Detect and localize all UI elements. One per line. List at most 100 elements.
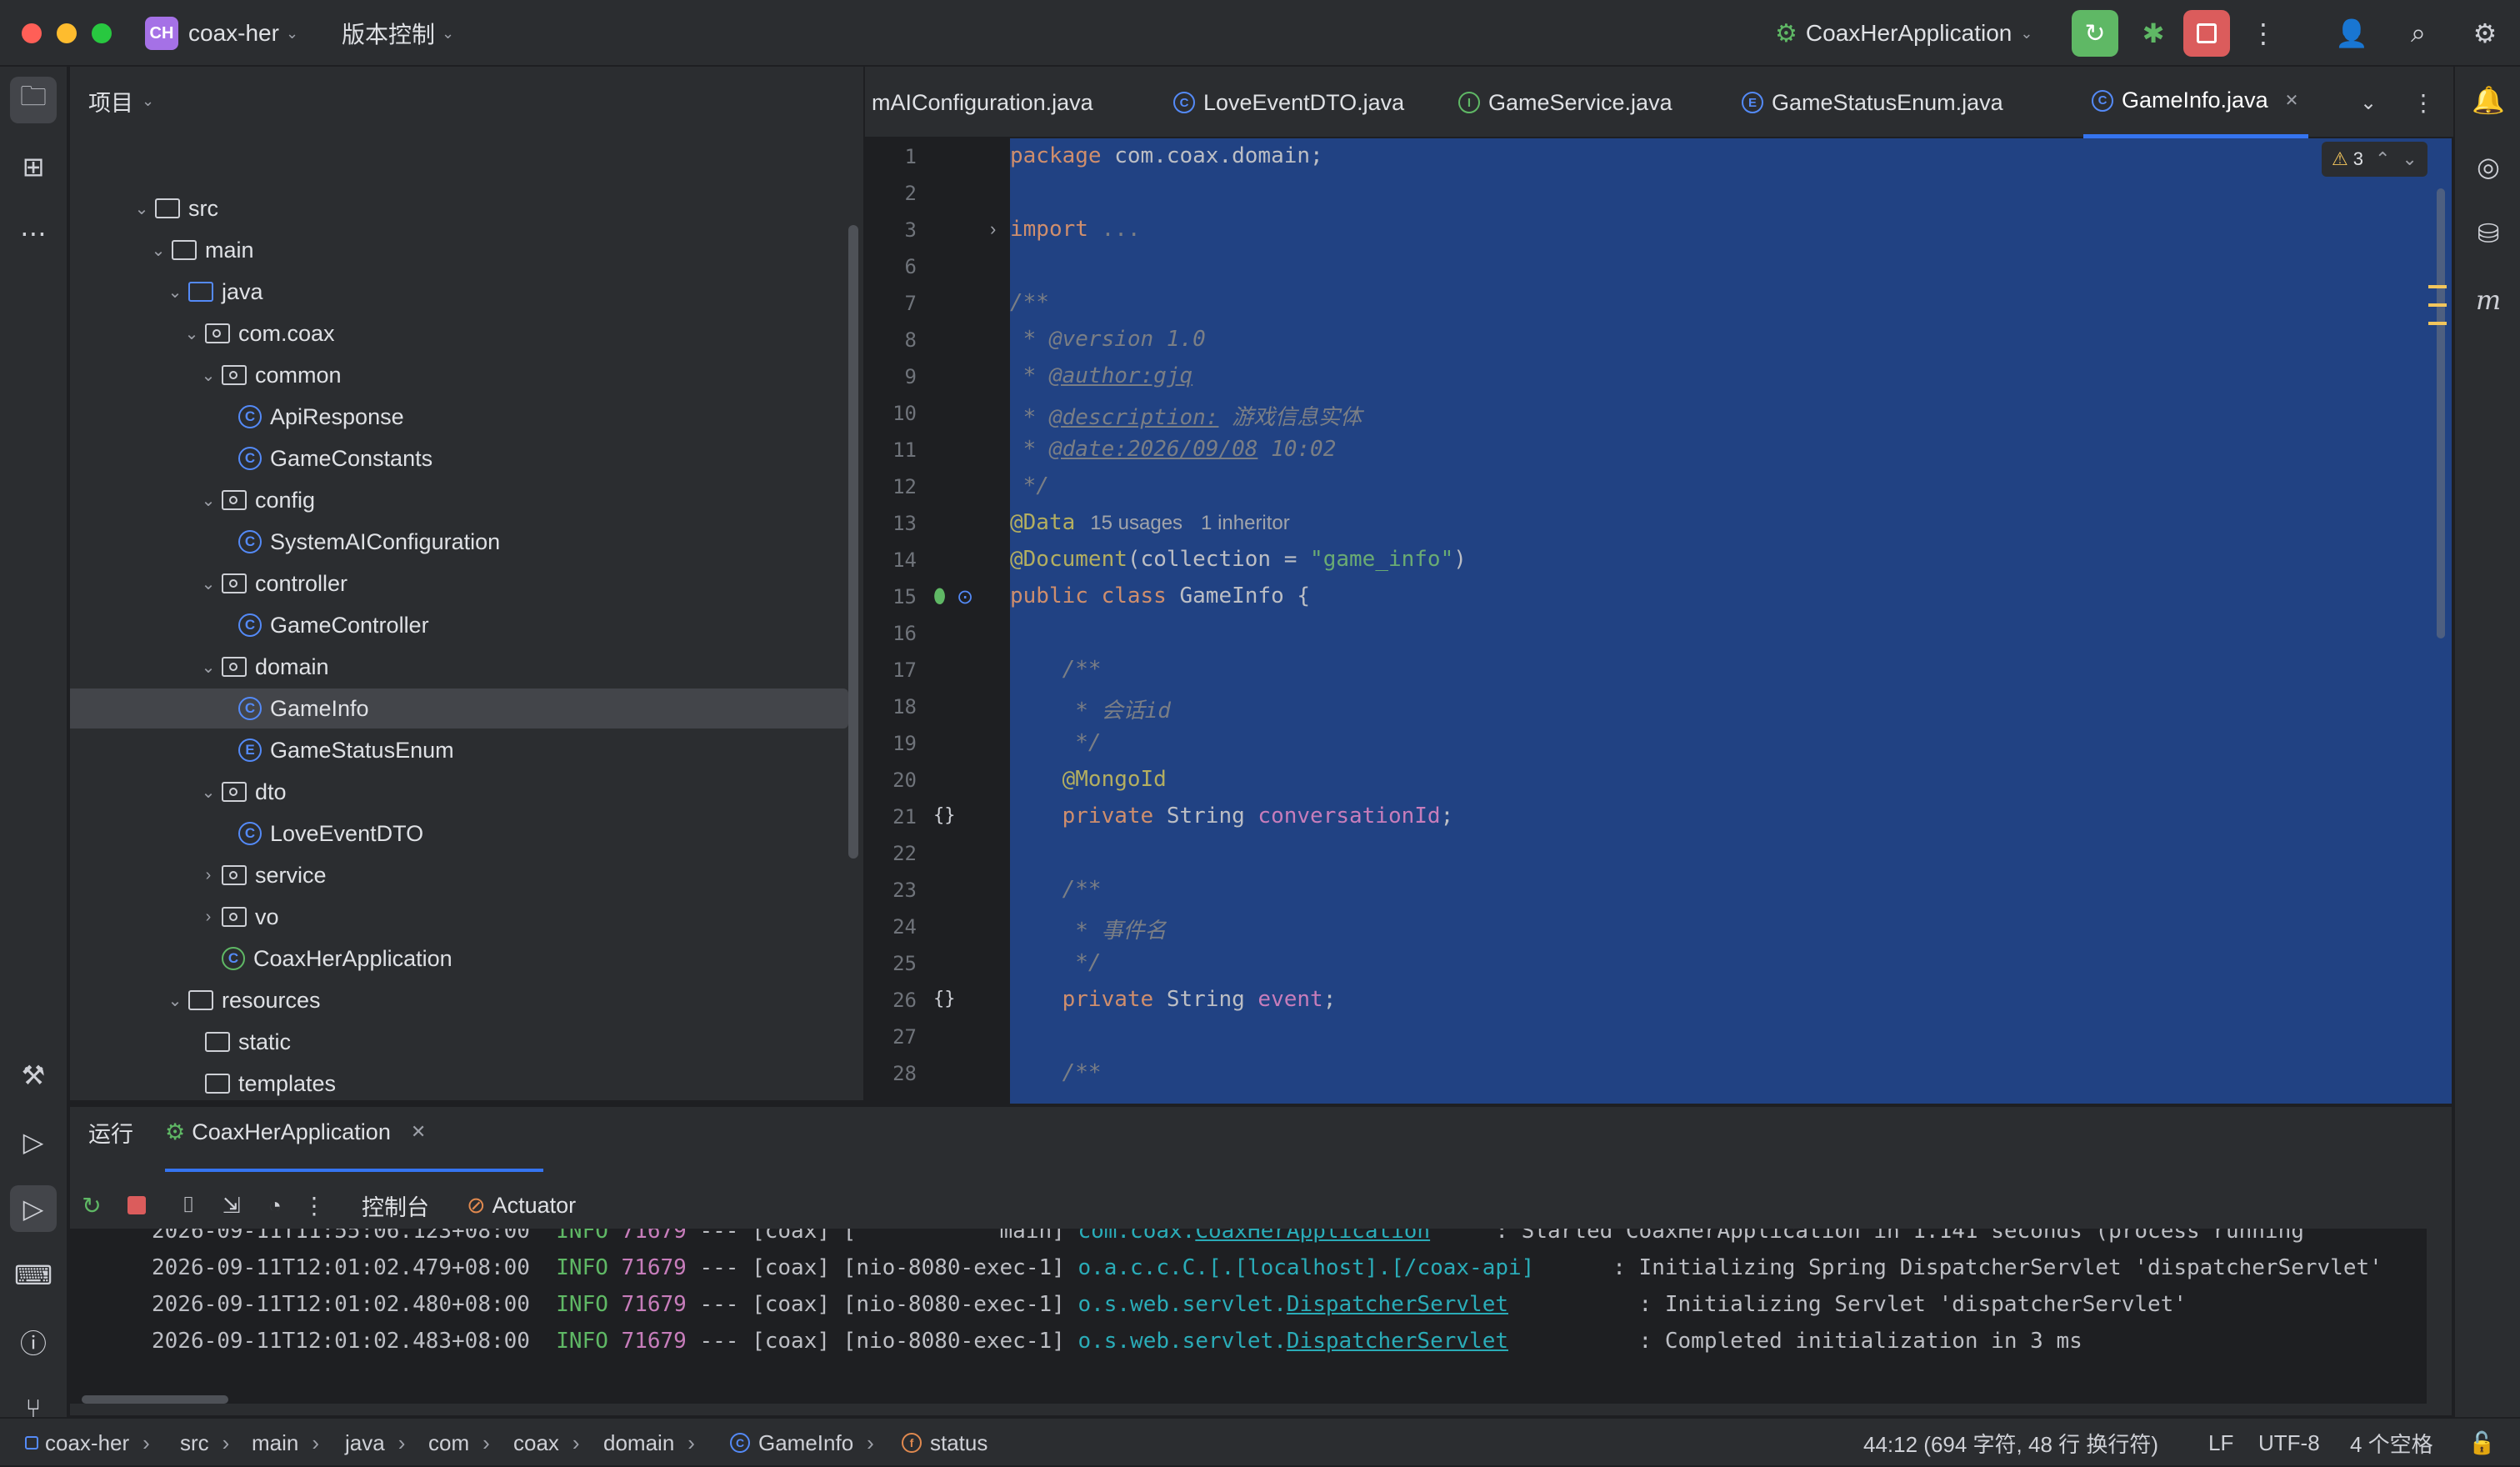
database-icon[interactable]: ⛁ [2465, 210, 2512, 257]
tree-scrollbar[interactable] [848, 225, 858, 859]
chevron-down-icon[interactable]: ⌄ [195, 365, 222, 386]
tree-item-gamecontroller[interactable]: C GameController [70, 605, 863, 645]
inspection-widget[interactable]: ⚠ 3 ⌃ ⌄ [2322, 142, 2428, 177]
terminal-icon[interactable]: ⌨ [10, 1252, 57, 1299]
debug-icon[interactable]: ✱ [2130, 10, 2177, 57]
breadcrumb-item[interactable]: C GameInfo › [730, 1419, 874, 1467]
tree-item-loveeventdto[interactable]: C LoveEventDTO [70, 814, 863, 854]
chevron-down-icon[interactable]: ⌄ [162, 990, 188, 1011]
fold-expand-icon[interactable]: › [990, 218, 996, 240]
editor-tab[interactable]: E GameStatusEnum.java [1742, 67, 2003, 138]
tree-item-main[interactable]: ⌄ main [70, 230, 863, 270]
log-logger-link[interactable]: DispatcherServlet [1287, 1329, 1508, 1354]
lock-icon[interactable]: 🔓 [2468, 1419, 2495, 1467]
field-braces-icon[interactable]: {} [933, 805, 956, 826]
stop-icon[interactable] [120, 1189, 153, 1222]
tree-item-service[interactable]: › service [70, 855, 863, 895]
chevron-down-icon[interactable]: ⌄ [162, 282, 188, 303]
close-tab-icon[interactable]: ✕ [411, 1121, 426, 1143]
indent-setting[interactable]: 4 个空格 [2350, 1419, 2433, 1467]
next-problem-icon[interactable]: ⌄ [2402, 148, 2417, 170]
editor-tab[interactable]: C GameInfo.java ✕ [2083, 67, 2309, 138]
tree-item-gamestatusenum[interactable]: E GameStatusEnum [70, 730, 863, 770]
tree-item-coaxherapplication[interactable]: C CoaxHerApplication [70, 939, 863, 979]
line-separator[interactable]: LF [2208, 1419, 2233, 1467]
chevron-down-icon[interactable]: ⌄ [195, 657, 222, 678]
caret-position[interactable]: 44:12 (694 字符, 48 行 换行符) [1863, 1419, 2158, 1467]
zoom-window-button[interactable] [92, 23, 112, 43]
editor-scrollbar[interactable] [2437, 188, 2445, 638]
run-tab[interactable]: ⚙ CoaxHerApplication ✕ [165, 1107, 426, 1157]
export-icon[interactable]: ⇲ [215, 1189, 248, 1222]
chevron-down-icon[interactable]: ⌄ [178, 323, 205, 344]
breadcrumb-item[interactable]: f status [902, 1419, 988, 1467]
actuator-tab[interactable]: ⊘ Actuator [467, 1180, 576, 1230]
console-tab[interactable]: 控制台 [362, 1180, 429, 1230]
code-editor[interactable]: package com.coax.domain; import ... /** … [1010, 138, 2452, 1104]
warning-marker[interactable] [2428, 285, 2447, 288]
run-config-selector[interactable]: ⚙ CoaxHerApplication ⌄ [1775, 0, 2032, 67]
tree-item-config[interactable]: ⌄ config [70, 480, 863, 520]
chevron-down-icon[interactable]: ⌄ [195, 490, 222, 511]
tree-item-gameconstants[interactable]: C GameConstants [70, 438, 863, 478]
structure-icon[interactable]: ⊞ [10, 143, 57, 190]
tree-item-apiresponse[interactable]: C ApiResponse [70, 397, 863, 437]
tree-item-src[interactable]: ⌄ src [70, 188, 863, 228]
profiler-icon[interactable]: ◔ [258, 1189, 292, 1222]
tree-item-resources[interactable]: ⌄ resources [70, 980, 863, 1020]
inheritor-hint[interactable]: 1 inheritor [1201, 512, 1290, 534]
settings-gear-icon[interactable]: ⚙ [2462, 10, 2508, 57]
breadcrumb-item[interactable]: java › [345, 1419, 405, 1467]
breadcrumb-item[interactable]: domain › [603, 1419, 695, 1467]
field-braces-icon[interactable]: {} [933, 989, 956, 1009]
editor-tab[interactable]: I GameService.java [1458, 67, 1672, 138]
chevron-down-icon[interactable]: ⌄ [195, 573, 222, 594]
tree-item-domain[interactable]: ⌄ domain [70, 647, 863, 687]
warning-marker[interactable] [2428, 303, 2447, 307]
close-tab-icon[interactable]: ✕ [2285, 90, 2299, 111]
warning-marker[interactable] [2428, 322, 2447, 325]
tree-item-controller[interactable]: ⌄ controller [70, 563, 863, 603]
log-logger-link[interactable]: CoaxHerApplication [1195, 1229, 1430, 1244]
ai-assistant-icon[interactable]: ◎ [2465, 143, 2512, 190]
stop-button[interactable] [2183, 10, 2230, 57]
previous-problem-icon[interactable]: ⌃ [2375, 148, 2390, 170]
console-h-scrollbar[interactable] [82, 1395, 228, 1404]
project-switcher[interactable]: coax-her ⌄ [188, 0, 298, 67]
tree-item-dto[interactable]: ⌄ dto [70, 772, 863, 812]
close-window-button[interactable] [22, 23, 42, 43]
tab-more-icon[interactable]: ⋮ [2412, 67, 2435, 138]
tree-item-vo[interactable]: › vo [70, 897, 863, 937]
chevron-down-icon[interactable]: ⌄ [145, 240, 172, 261]
breadcrumb-item[interactable]: com › [428, 1419, 490, 1467]
usages-hint[interactable]: 15 usages [1090, 512, 1182, 534]
more-tools-icon[interactable]: ⋯ [10, 210, 57, 257]
tree-item-common[interactable]: ⌄ common [70, 355, 863, 395]
build-hammer-icon[interactable]: ⚒ [10, 1052, 57, 1099]
more-actions-icon[interactable]: ⋮ [2245, 10, 2282, 57]
rerun-icon[interactable]: ↻ [2072, 10, 2118, 57]
breadcrumb-item[interactable]: src › [180, 1419, 229, 1467]
services-icon[interactable]: ▷ [10, 1119, 57, 1165]
rerun-icon[interactable]: ↻ [75, 1189, 108, 1222]
breadcrumb-item[interactable]: coax-her › [25, 1419, 150, 1467]
tree-item-systemaiconfiguration[interactable]: C SystemAIConfiguration [70, 522, 863, 562]
chevron-right-icon[interactable]: › [195, 866, 222, 885]
spring-bean-icon[interactable]: ⬮ [933, 585, 946, 608]
project-panel-header[interactable]: 项目 ⌄ [88, 67, 154, 135]
log-logger-link[interactable]: DispatcherServlet [1287, 1292, 1508, 1317]
file-encoding[interactable]: UTF-8 [2258, 1419, 2320, 1467]
vcs-menu[interactable]: 版本控制 ⌄ [342, 0, 454, 67]
chevron-down-icon[interactable]: ⌄ [128, 198, 155, 219]
minimize-window-button[interactable] [57, 23, 77, 43]
more-actions-icon[interactable]: ⋮ [302, 1189, 327, 1222]
tree-item-com-coax[interactable]: ⌄ com.coax [70, 313, 863, 353]
tree-item-java[interactable]: ⌄ java [70, 272, 863, 312]
project-folder-icon[interactable]: 🗀 [10, 77, 57, 123]
implemented-by-icon[interactable]: ⊙ [957, 585, 973, 609]
tree-item-static[interactable]: static [70, 1022, 863, 1062]
maven-icon[interactable]: m [2465, 277, 2512, 323]
chevron-right-icon[interactable]: › [195, 908, 222, 927]
camera-icon[interactable]: ⌷ [172, 1189, 205, 1222]
tree-item-templates[interactable]: templates [70, 1064, 863, 1100]
